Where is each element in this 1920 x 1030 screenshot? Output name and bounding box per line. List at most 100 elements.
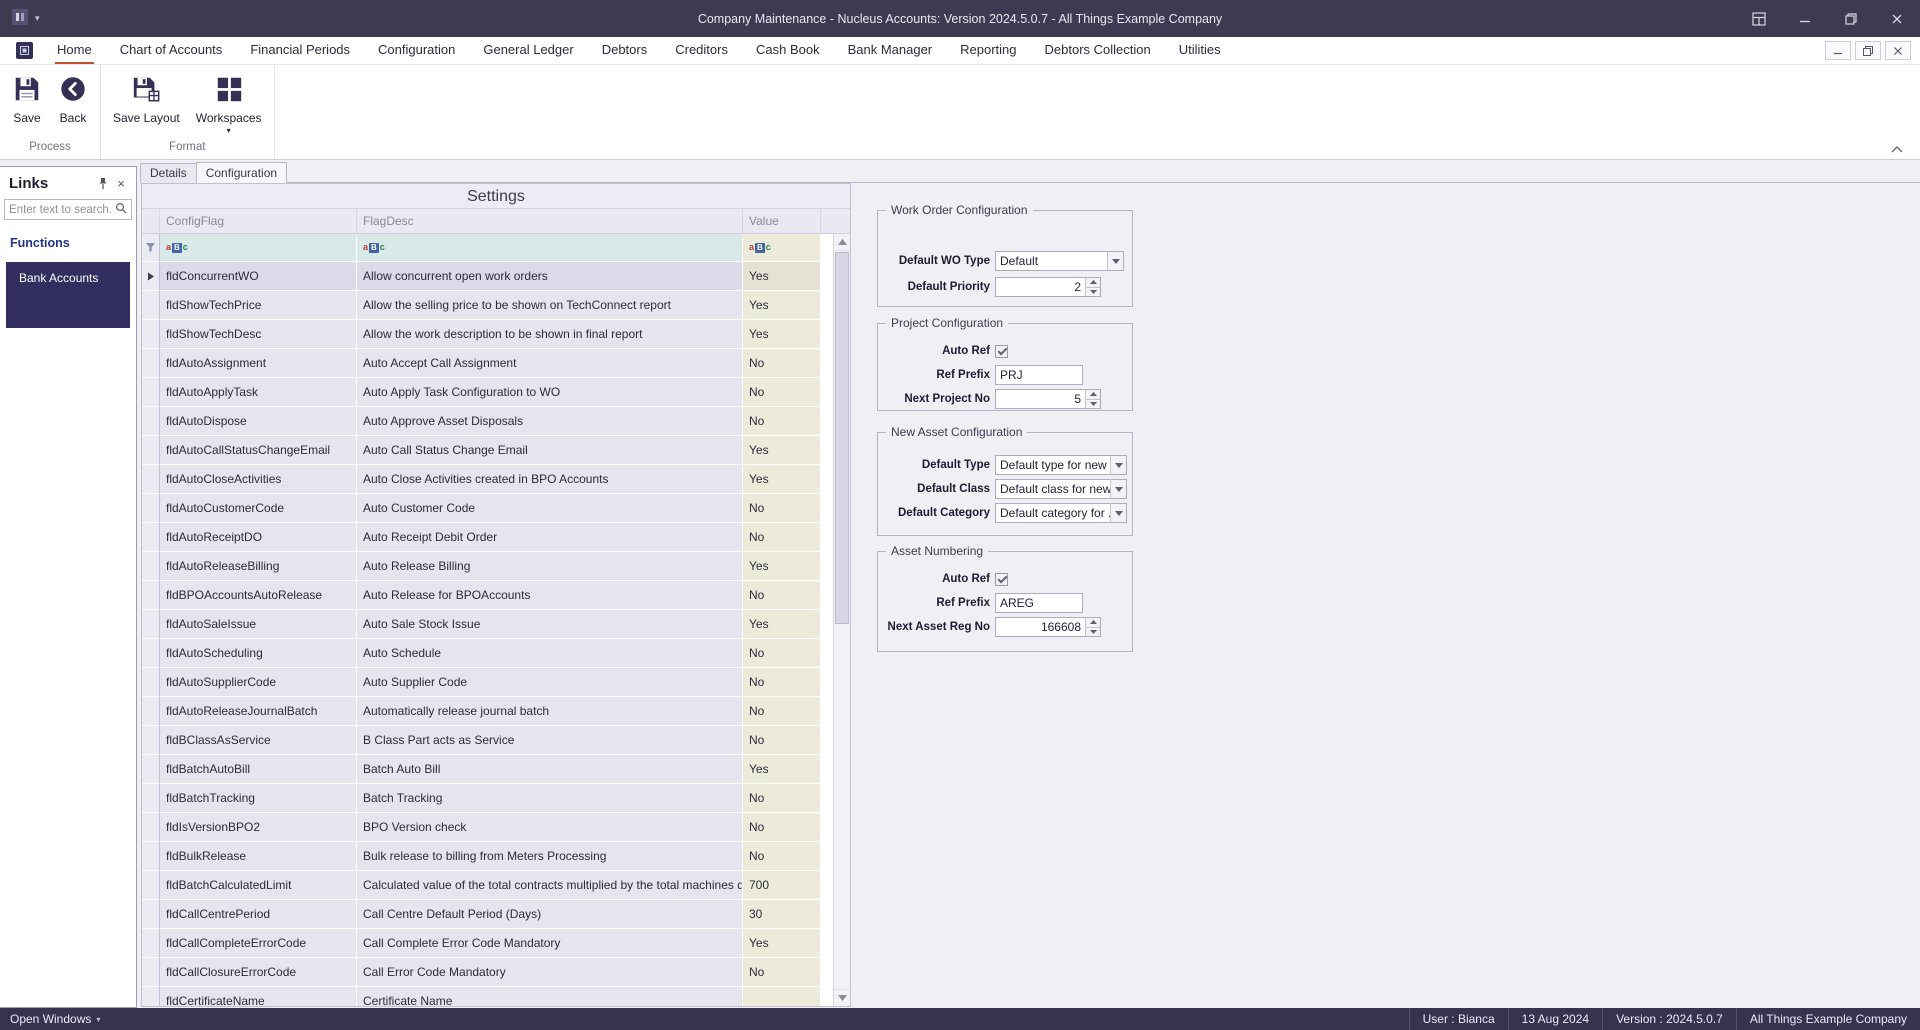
quick-access-dropdown-icon[interactable]: ▾ [35, 13, 40, 24]
links-panel-header: Links × [0, 167, 136, 196]
spinedit-value: 2 [1074, 280, 1081, 294]
ribbon-group-format: Save Layout Workspaces ▾ Format [101, 65, 275, 159]
spin-buttons [1085, 390, 1100, 408]
ref-prefix-textbox[interactable]: PRJ [995, 365, 1083, 385]
next-asset-reg-no-spinedit[interactable]: 166608 [995, 617, 1101, 637]
open-windows-dropdown[interactable]: Open Windows ▾ [0, 1012, 110, 1026]
nucleus-logo-icon[interactable] [16, 42, 33, 59]
search-icon[interactable] [115, 202, 127, 217]
app-icon[interactable] [12, 9, 28, 28]
ribbon-minimize-button[interactable] [1825, 41, 1851, 60]
back-button[interactable]: Back [50, 72, 96, 125]
field-label: Auto Ref [942, 345, 990, 357]
right-panels: Work Order Configuration Default WO Type D… [137, 160, 1920, 1008]
field-label: Auto Ref [942, 573, 990, 585]
next-project-no-spinedit[interactable]: 5 [995, 389, 1101, 409]
default-priority-spinedit[interactable]: 2 [995, 277, 1101, 297]
close-button[interactable] [1874, 0, 1920, 37]
default-class-combobox[interactable]: Default class for new ... [995, 479, 1127, 499]
restore-button[interactable] [1828, 0, 1874, 37]
spin-down-icon[interactable] [1086, 626, 1100, 636]
links-search-box [4, 199, 132, 220]
ribbon-tab-reporting[interactable]: Reporting [946, 37, 1030, 65]
combobox-value: Default category for ... [1000, 506, 1110, 520]
ribbon-collapse-button[interactable] [1888, 142, 1906, 156]
ribbon-tab-debtors-collection[interactable]: Debtors Collection [1031, 37, 1165, 65]
ribbon-tab-debtors[interactable]: Debtors [588, 37, 662, 65]
statusbar-item-all-things-example-company: All Things Example Company [1735, 1008, 1920, 1030]
ribbon-tab-configuration[interactable]: Configuration [364, 37, 469, 65]
field-row: Ref Prefix PRJ [886, 365, 1124, 385]
field-row: Default Priority 2 [886, 277, 1124, 297]
field-label: Ref Prefix [936, 369, 990, 381]
field-row: Auto Ref [886, 341, 1124, 361]
spin-up-icon[interactable] [1086, 618, 1100, 627]
field-row: Default Category Default category for ... [886, 503, 1127, 523]
dropdown-arrow-icon[interactable] [1110, 456, 1126, 474]
ribbon-groups: Save Back Process Save Layout Workspaces ▾ For… [0, 65, 275, 159]
ribbon-close-button[interactable] [1885, 41, 1911, 60]
auto-ref-checkbox[interactable] [995, 572, 1008, 586]
ribbon-tab-utilities[interactable]: Utilities [1165, 37, 1235, 65]
ribbon-group-label: Process [29, 141, 71, 153]
dropdown-arrow-icon[interactable] [1110, 504, 1126, 522]
default-wo-type-combobox[interactable]: Default [995, 251, 1124, 271]
field-row: Auto Ref [886, 569, 1124, 589]
links-panel: Links × Functions Bank Accounts [0, 166, 137, 1008]
field-label: Default Priority [907, 281, 990, 293]
links-close-icon[interactable]: × [112, 175, 130, 193]
workspaces-icon [214, 74, 244, 107]
spin-up-icon[interactable] [1086, 278, 1100, 287]
default-type-combobox[interactable]: Default type for new ... [995, 455, 1127, 475]
spinedit-value: 166608 [1040, 620, 1081, 634]
statusbar-item-version-2024-5-0-7: Version : 2024.5.0.7 [1602, 1008, 1736, 1030]
field-label: Default Type [921, 459, 990, 471]
layout-grid-button[interactable] [1736, 0, 1782, 37]
spin-down-icon[interactable] [1086, 286, 1100, 296]
ribbon-group-label: Format [169, 141, 206, 153]
search-input[interactable] [5, 203, 115, 216]
window-title: Company Maintenance - Nucleus Accounts: … [697, 11, 1223, 26]
ribbon-tab-general-ledger[interactable]: General Ledger [469, 37, 587, 65]
combobox-value: Default [1000, 254, 1039, 268]
save-button[interactable]: Save [4, 72, 50, 125]
links-item-bank-accounts[interactable]: Bank Accounts [6, 262, 130, 328]
field-label: Next Asset Reg No [887, 621, 990, 633]
ribbon-tab-creditors[interactable]: Creditors [661, 37, 742, 65]
spin-buttons [1085, 618, 1100, 636]
chevron-down-icon: ▾ [96, 1014, 101, 1024]
ref-prefix-textbox[interactable]: AREG [995, 593, 1083, 613]
groupbox-new-asset-configuration: New Asset Configuration Default Type Defau… [877, 425, 1133, 536]
ribbon-button-label: Save [13, 111, 41, 125]
ribbon-tab-cash-book[interactable]: Cash Book [742, 37, 834, 65]
application-window: ▾ Company Maintenance - Nucleus Accounts… [0, 0, 1920, 1030]
save-layout-button[interactable]: Save Layout [105, 72, 188, 125]
ribbon-restore-button[interactable] [1855, 41, 1881, 60]
workspaces-button[interactable]: Workspaces ▾ [188, 72, 270, 135]
ribbon-tab-chart-of-accounts[interactable]: Chart of Accounts [106, 37, 237, 65]
statusbar: Open Windows ▾ User : Bianca 13 Aug 2024 V… [0, 1008, 1920, 1030]
ribbon-toolbar: Save Back Process Save Layout Workspaces ▾ For… [0, 65, 1920, 160]
field-row: Default WO Type Default [886, 251, 1124, 271]
ribbon-tab-bank-manager[interactable]: Bank Manager [834, 37, 947, 65]
main-area: Details Configuration Settings ConfigFlag… [137, 160, 1920, 1008]
ribbon-tab-financial-periods[interactable]: Financial Periods [236, 37, 364, 65]
spin-up-icon[interactable] [1086, 390, 1100, 399]
pin-icon[interactable] [94, 175, 112, 193]
textbox-value: PRJ [1000, 368, 1023, 382]
groupbox-title: Project Configuration [886, 316, 1009, 330]
auto-ref-checkbox[interactable] [995, 344, 1008, 358]
minimize-button[interactable] [1782, 0, 1828, 37]
links-panel-title: Links [9, 175, 49, 192]
ribbon-button-label: Back [59, 111, 87, 125]
combobox-value: Default class for new ... [1000, 482, 1110, 496]
open-windows-label: Open Windows [10, 1012, 92, 1026]
links-items: Bank Accounts [0, 262, 136, 328]
dropdown-arrow-icon[interactable] [1107, 252, 1123, 270]
default-category-combobox[interactable]: Default category for ... [995, 503, 1127, 523]
ribbon-tab-bar: Home Chart of Accounts Financial Periods Co… [0, 37, 1920, 65]
dropdown-arrow-icon[interactable] [1110, 480, 1126, 498]
groupbox-title: New Asset Configuration [886, 425, 1028, 439]
ribbon-tab-home[interactable]: Home [43, 37, 106, 65]
spin-down-icon[interactable] [1086, 398, 1100, 408]
